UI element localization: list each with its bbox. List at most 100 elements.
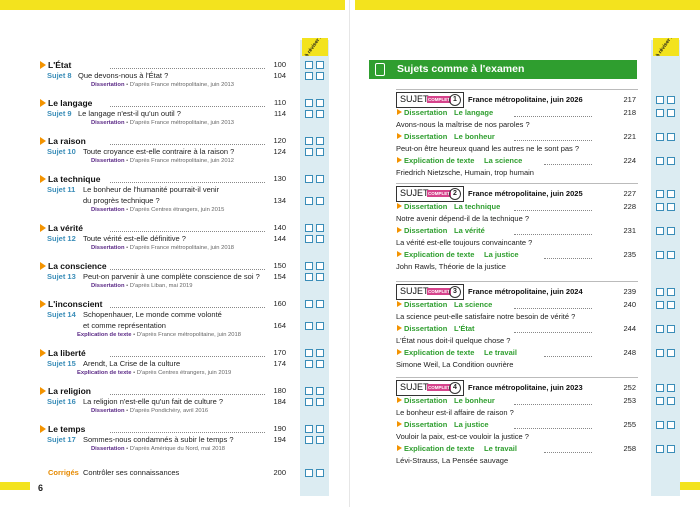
- exercise-theme[interactable]: La justice: [484, 250, 519, 259]
- section-title[interactable]: La raison: [40, 136, 86, 146]
- exercise-theme[interactable]: Le langage: [454, 108, 493, 117]
- revised-checkbox[interactable]: [667, 421, 675, 429]
- exercise-type[interactable]: Dissertation: [396, 420, 447, 429]
- exercise-theme[interactable]: Le bonheur: [454, 396, 495, 405]
- exercise-type[interactable]: Dissertation: [396, 202, 447, 211]
- exercise-theme[interactable]: La science: [484, 156, 522, 165]
- revised-checkbox[interactable]: [667, 251, 675, 259]
- subject-label[interactable]: Sujet 8: [47, 71, 72, 80]
- revised-checkbox[interactable]: [316, 262, 324, 270]
- subject-label[interactable]: Sujet 15: [47, 359, 76, 368]
- revised-checkbox[interactable]: [316, 224, 324, 232]
- to-revise-checkbox[interactable]: [305, 72, 313, 80]
- revised-checkbox[interactable]: [667, 397, 675, 405]
- exercise-theme[interactable]: Le travail: [484, 348, 517, 357]
- exercise-theme[interactable]: Le bonheur: [454, 132, 495, 141]
- revised-checkbox[interactable]: [316, 235, 324, 243]
- exercise-type[interactable]: Explication de texte: [396, 348, 474, 357]
- revised-checkbox[interactable]: [667, 325, 675, 333]
- to-revise-checkbox[interactable]: [305, 273, 313, 281]
- subject-label[interactable]: Sujet 12: [47, 234, 76, 243]
- revised-checkbox[interactable]: [667, 384, 675, 392]
- to-revise-checkbox[interactable]: [656, 96, 664, 104]
- to-revise-checkbox[interactable]: [656, 301, 664, 309]
- exercise-type[interactable]: Dissertation: [396, 132, 447, 141]
- revised-checkbox[interactable]: [316, 61, 324, 69]
- revised-checkbox[interactable]: [316, 197, 324, 205]
- to-revise-checkbox[interactable]: [656, 251, 664, 259]
- section-title[interactable]: La vérité: [40, 223, 83, 233]
- revised-checkbox[interactable]: [316, 110, 324, 118]
- to-revise-checkbox[interactable]: [656, 349, 664, 357]
- to-revise-checkbox[interactable]: [305, 387, 313, 395]
- to-revise-checkbox[interactable]: [656, 421, 664, 429]
- exercise-theme[interactable]: La science: [454, 300, 492, 309]
- exercise-type[interactable]: Dissertation: [396, 324, 447, 333]
- exercise-type[interactable]: Explication de texte: [396, 156, 474, 165]
- subject-label[interactable]: Sujet 17: [47, 435, 76, 444]
- to-revise-checkbox[interactable]: [305, 235, 313, 243]
- to-revise-checkbox[interactable]: [656, 384, 664, 392]
- to-revise-checkbox[interactable]: [305, 224, 313, 232]
- subject-label[interactable]: Sujet 14: [47, 310, 76, 319]
- exercise-type[interactable]: Explication de texte: [396, 250, 474, 259]
- to-revise-checkbox[interactable]: [656, 397, 664, 405]
- subject-label[interactable]: Sujet 16: [47, 397, 76, 406]
- revised-checkbox[interactable]: [316, 360, 324, 368]
- exercise-type[interactable]: Dissertation: [396, 108, 447, 117]
- subject-label[interactable]: Sujet 10: [47, 147, 76, 156]
- revised-checkbox[interactable]: [667, 157, 675, 165]
- revised-checkbox[interactable]: [667, 301, 675, 309]
- revised-checkbox[interactable]: [667, 288, 675, 296]
- revised-checkbox[interactable]: [316, 300, 324, 308]
- revised-checkbox[interactable]: [316, 469, 324, 477]
- to-revise-checkbox[interactable]: [305, 425, 313, 433]
- subject-badge[interactable]: SUJET COMPLET 2: [396, 186, 464, 202]
- subject-badge[interactable]: SUJET COMPLET 3: [396, 284, 464, 300]
- to-revise-checkbox[interactable]: [305, 262, 313, 270]
- section-title[interactable]: L'inconscient: [39, 299, 102, 309]
- section-title[interactable]: L'État: [39, 60, 71, 70]
- subject-label[interactable]: Sujet 11: [47, 185, 75, 194]
- to-revise-checkbox[interactable]: [656, 227, 664, 235]
- to-revise-checkbox[interactable]: [305, 300, 313, 308]
- to-revise-checkbox[interactable]: [656, 445, 664, 453]
- to-revise-checkbox[interactable]: [656, 109, 664, 117]
- subject-label[interactable]: Sujet 13: [47, 272, 76, 281]
- revised-checkbox[interactable]: [316, 425, 324, 433]
- exercise-theme[interactable]: Le travail: [484, 444, 517, 453]
- revised-checkbox[interactable]: [667, 133, 675, 141]
- subject-badge[interactable]: SUJET COMPLET 1: [396, 92, 464, 108]
- revised-checkbox[interactable]: [316, 349, 324, 357]
- to-revise-checkbox[interactable]: [305, 99, 313, 107]
- to-revise-checkbox[interactable]: [656, 133, 664, 141]
- section-title[interactable]: Le langage: [39, 98, 92, 108]
- revised-checkbox[interactable]: [316, 72, 324, 80]
- exercise-theme[interactable]: La justice: [454, 420, 489, 429]
- revised-checkbox[interactable]: [316, 387, 324, 395]
- exercise-type[interactable]: Dissertation: [396, 226, 447, 235]
- section-title[interactable]: La religion: [40, 386, 91, 396]
- revised-checkbox[interactable]: [667, 445, 675, 453]
- to-revise-checkbox[interactable]: [656, 325, 664, 333]
- revised-checkbox[interactable]: [316, 436, 324, 444]
- to-revise-checkbox[interactable]: [656, 288, 664, 296]
- section-title[interactable]: La liberté: [40, 348, 86, 358]
- to-revise-checkbox[interactable]: [305, 61, 313, 69]
- revised-checkbox[interactable]: [667, 96, 675, 104]
- exercise-type[interactable]: Dissertation: [396, 300, 447, 309]
- to-revise-checkbox[interactable]: [305, 148, 313, 156]
- section-title[interactable]: Le temps: [39, 424, 85, 434]
- exercise-theme[interactable]: L'État: [454, 324, 475, 333]
- revised-checkbox[interactable]: [316, 137, 324, 145]
- subject-label[interactable]: Sujet 9: [47, 109, 72, 118]
- revised-checkbox[interactable]: [316, 273, 324, 281]
- to-revise-checkbox[interactable]: [305, 469, 313, 477]
- revised-checkbox[interactable]: [667, 227, 675, 235]
- to-revise-checkbox[interactable]: [305, 360, 313, 368]
- to-revise-checkbox[interactable]: [305, 137, 313, 145]
- revised-checkbox[interactable]: [667, 349, 675, 357]
- to-revise-checkbox[interactable]: [305, 349, 313, 357]
- revised-checkbox[interactable]: [667, 109, 675, 117]
- revised-checkbox[interactable]: [316, 175, 324, 183]
